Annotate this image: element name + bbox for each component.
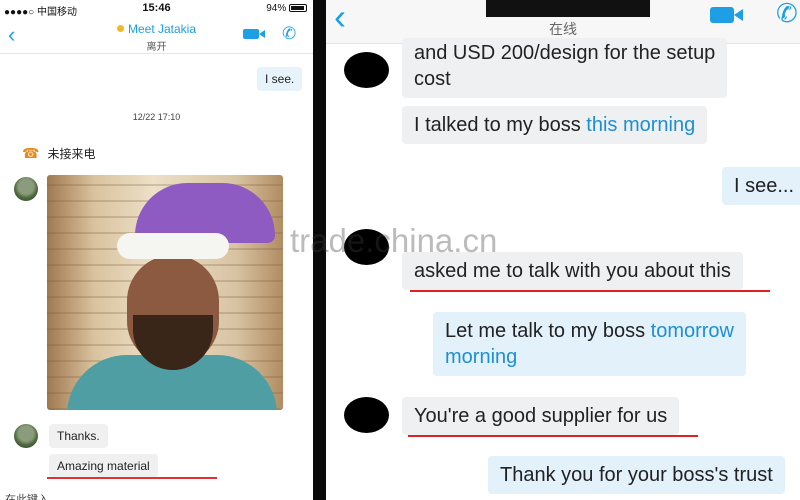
incoming-message: Amazing material xyxy=(49,454,158,478)
redacted-name-bar xyxy=(486,0,650,17)
left-phone-screen: ●●●●○ 中国移动 15:46 94% ‹ Meet Jatakia 离开 ✆… xyxy=(0,0,313,500)
phone-call-icon[interactable]: ✆ xyxy=(282,24,296,44)
message-input-partial[interactable]: 在此键入... xyxy=(5,491,58,500)
battery-icon xyxy=(289,4,307,12)
video-call-icon[interactable] xyxy=(243,29,265,39)
missed-call-icon: ☎ xyxy=(22,145,40,161)
incoming-message: and USD 200/design for the setup cost xyxy=(402,38,728,98)
contact-name[interactable]: Meet Jatakia xyxy=(0,22,313,36)
battery-percent: 94% xyxy=(266,3,287,14)
avatar[interactable] xyxy=(14,424,38,448)
outgoing-message: Let me talk to my boss tomorrow morning xyxy=(433,312,746,376)
shared-photo[interactable] xyxy=(47,175,283,410)
red-underline xyxy=(410,290,770,292)
battery-indicator: 94% xyxy=(266,3,307,14)
presence-status: 离开 xyxy=(146,42,167,53)
timestamp-divider: 12/22 17:10 xyxy=(132,112,181,122)
incoming-message: Thanks. xyxy=(49,424,108,448)
chat-header: ‹ Meet Jatakia 离开 ✆ xyxy=(0,18,313,54)
presence-dot-icon xyxy=(116,25,124,32)
red-underline xyxy=(47,477,217,479)
video-call-icon[interactable] xyxy=(710,7,743,23)
incoming-message: You're a good supplier for us xyxy=(402,397,680,435)
missed-call-notice: ☎ 未接来电 xyxy=(22,145,96,161)
watermark: trade.china.cn xyxy=(290,222,498,259)
red-underline xyxy=(408,435,698,437)
avatar[interactable] xyxy=(344,397,389,433)
incoming-message: I talked to my boss this morning xyxy=(402,106,708,144)
avatar[interactable] xyxy=(14,177,38,201)
status-bar: ●●●●○ 中国移动 15:46 94% xyxy=(0,0,313,18)
outgoing-message: Thank you for your boss's trust xyxy=(488,456,785,494)
outgoing-message: I see. xyxy=(257,67,303,91)
phone-call-icon[interactable]: ✆ xyxy=(776,0,798,29)
avatar[interactable] xyxy=(344,52,389,88)
outgoing-message: I see... xyxy=(722,167,800,205)
